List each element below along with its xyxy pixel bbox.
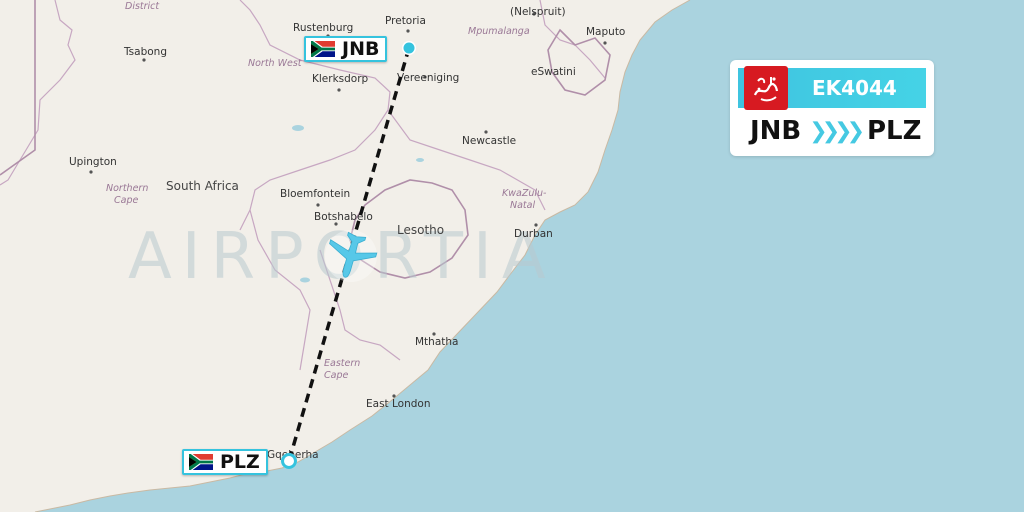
place-nelspruit: (Nelspruit) — [510, 6, 566, 18]
place-botshabelo: Botshabelo — [314, 211, 373, 223]
emirates-logo — [744, 66, 788, 110]
region-mpumalanga: Mpumalanga — [468, 26, 530, 37]
south-africa-flag-icon — [311, 41, 335, 57]
place-east-london: East London — [366, 398, 430, 410]
flight-info-card[interactable]: EK4044 JNB ❯❯❯❯ PLZ — [730, 60, 934, 156]
region-kwazulu: KwaZulu- — [502, 188, 547, 199]
destination-label[interactable]: PLZ — [182, 449, 268, 475]
region-northern: Northern — [106, 183, 148, 194]
region-district: District — [125, 1, 160, 12]
origin-marker[interactable] — [402, 41, 416, 55]
place-newcastle: Newcastle — [462, 135, 516, 147]
place-pretoria: Pretoria — [385, 15, 426, 27]
route-summary: JNB ❯❯❯❯ PLZ — [750, 116, 921, 146]
flight-number: EK4044 — [812, 76, 897, 100]
route-origin: JNB — [750, 116, 802, 146]
south-africa-flag-icon — [189, 454, 213, 470]
route-destination: PLZ — [867, 116, 922, 146]
origin-code: JNB — [342, 38, 380, 60]
region-eastern: Eastern — [324, 358, 360, 369]
route-arrow-icon: ❯❯❯❯ — [809, 118, 865, 144]
place-south-africa: South Africa — [166, 179, 239, 193]
place-bloemfontein: Bloemfontein — [280, 188, 350, 200]
place-lesotho: Lesotho — [397, 223, 444, 237]
place-maputo: Maputo — [586, 26, 625, 38]
place-mthatha: Mthatha — [415, 336, 458, 348]
destination-marker[interactable] — [281, 453, 297, 469]
region-eastern-cape: Cape — [324, 370, 348, 381]
place-upington: Upington — [69, 156, 117, 168]
place-klerksdorp: Klerksdorp — [312, 73, 369, 85]
region-natal: Natal — [510, 200, 535, 211]
airline-logo-mark — [753, 77, 779, 102]
origin-label[interactable]: JNB — [304, 36, 388, 62]
place-eswatini: eSwatini — [531, 66, 576, 78]
region-cape: Cape — [114, 195, 138, 206]
place-tsabong: Tsabong — [123, 46, 167, 58]
place-vereeniging: Vereeniging — [397, 72, 459, 84]
destination-code: PLZ — [220, 451, 260, 473]
region-north-west: North West — [248, 58, 303, 69]
place-durban: Durban — [514, 228, 553, 240]
place-rustenburg: Rustenburg — [293, 22, 353, 34]
